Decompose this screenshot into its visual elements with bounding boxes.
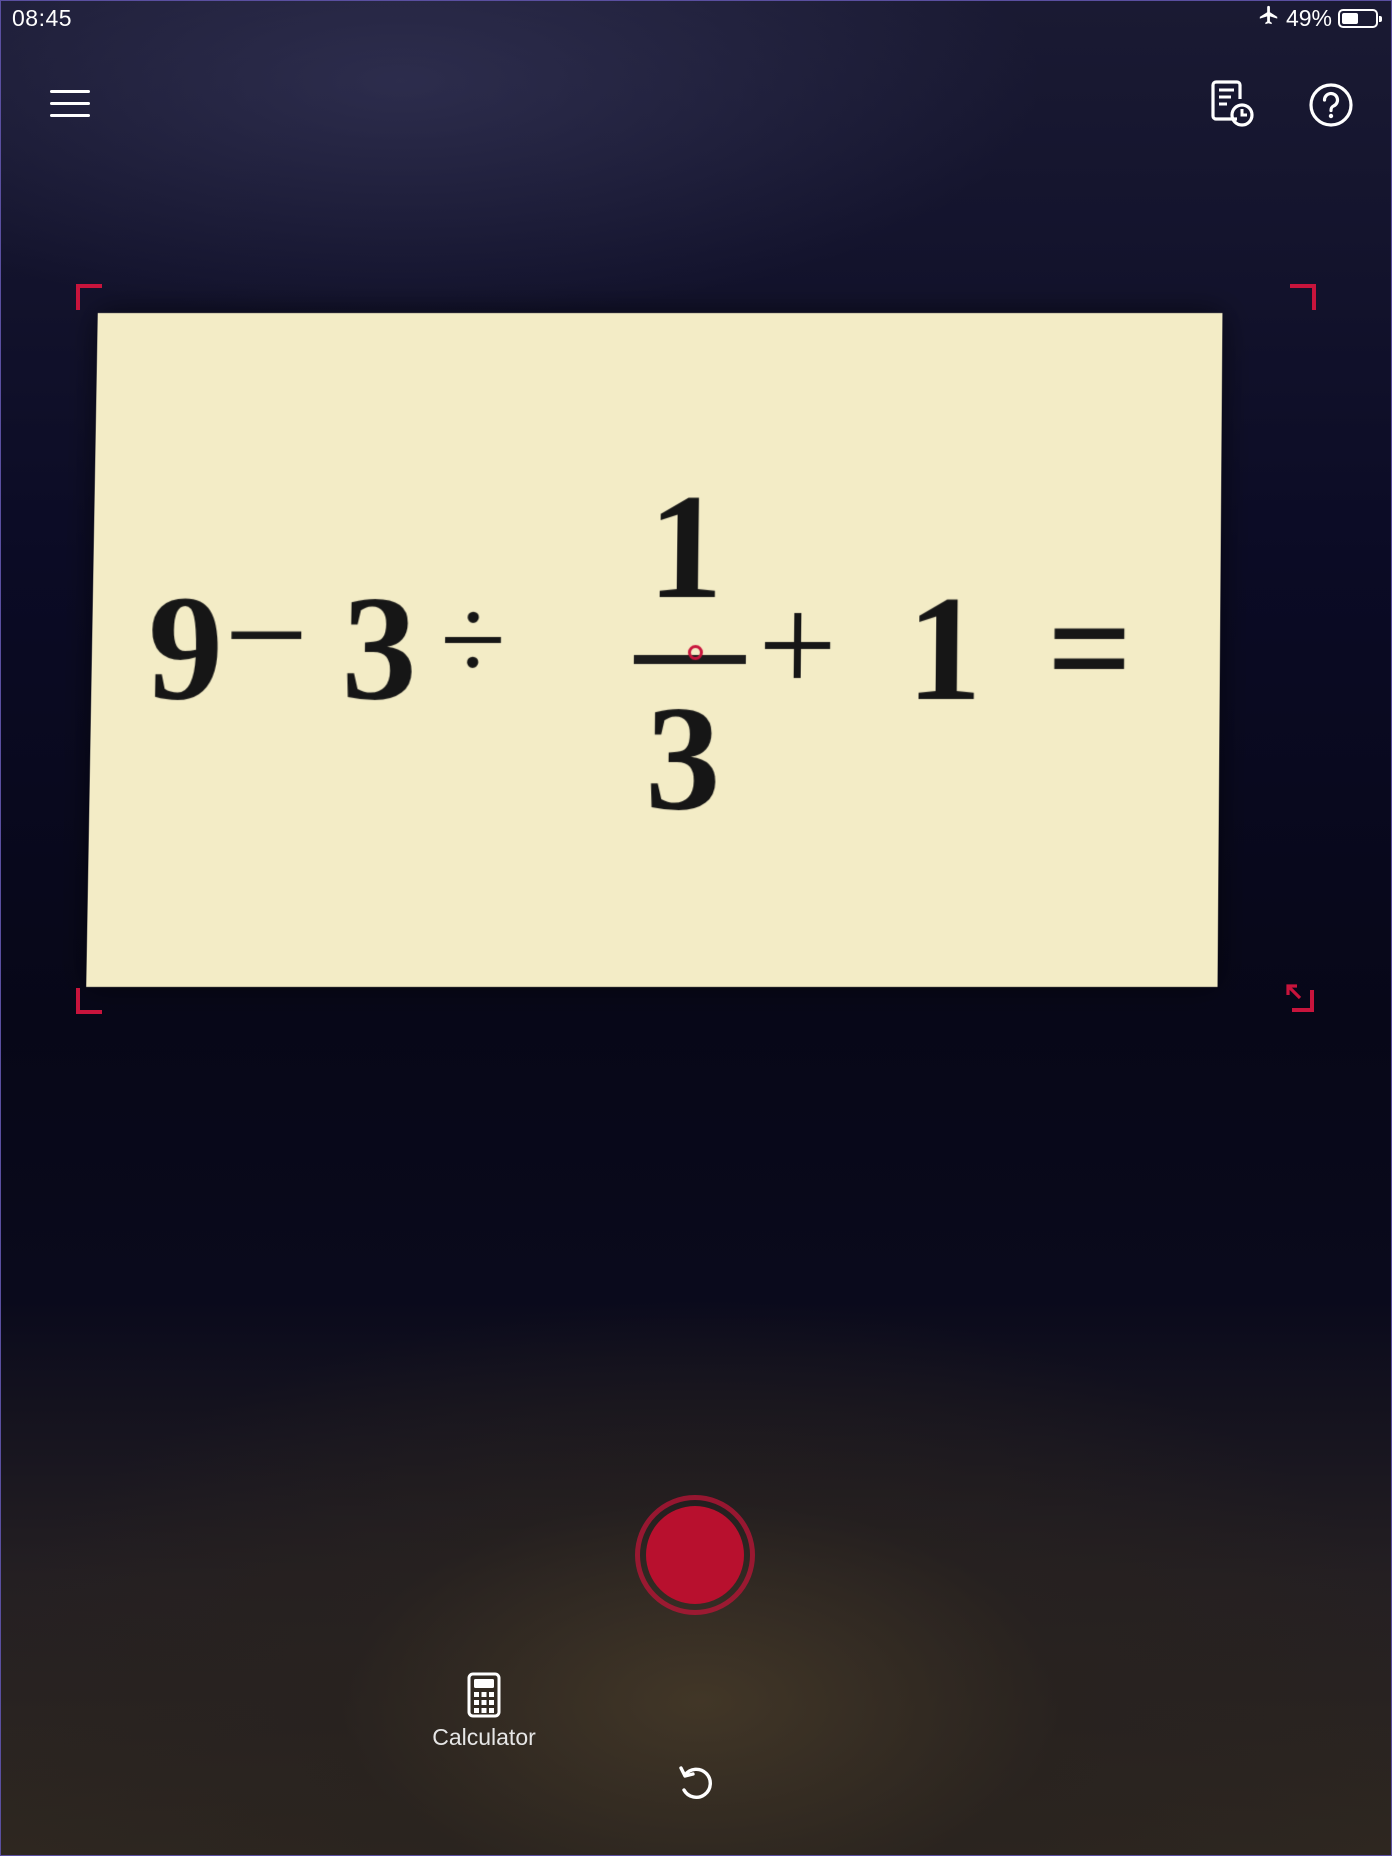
resize-arrow-icon [1286,984,1314,1012]
status-time: 08:45 [12,5,73,31]
scan-corner-top-left [76,284,102,310]
scan-corner-top-right [1290,284,1316,310]
history-icon [1211,80,1254,127]
reset-icon [679,1766,712,1799]
calculator-button[interactable]: Calculator [422,1672,546,1762]
airplane-icon [1258,4,1280,32]
menu-button[interactable] [44,78,96,130]
help-button[interactable] [1304,78,1358,132]
scan-corner-bottom-left [76,988,102,1014]
battery-percent: 49% [1285,4,1332,31]
calculator-icon [467,1672,501,1718]
scan-frame [76,284,1316,1014]
capture-button-inner [646,1506,744,1604]
battery-fill [1342,12,1358,24]
history-button[interactable] [1204,76,1260,132]
capture-button[interactable] [635,1495,755,1615]
hamburger-menu-icon [50,90,90,117]
scan-frame-resize-handle[interactable] [1280,978,1316,1014]
status-bar: 08:45 49% [0,0,1392,36]
battery-icon [1338,8,1382,28]
calculator-label: Calculator [432,1724,536,1750]
status-right: 49% [1258,4,1382,32]
reset-button[interactable] [675,1762,717,1804]
help-icon [1309,83,1353,127]
